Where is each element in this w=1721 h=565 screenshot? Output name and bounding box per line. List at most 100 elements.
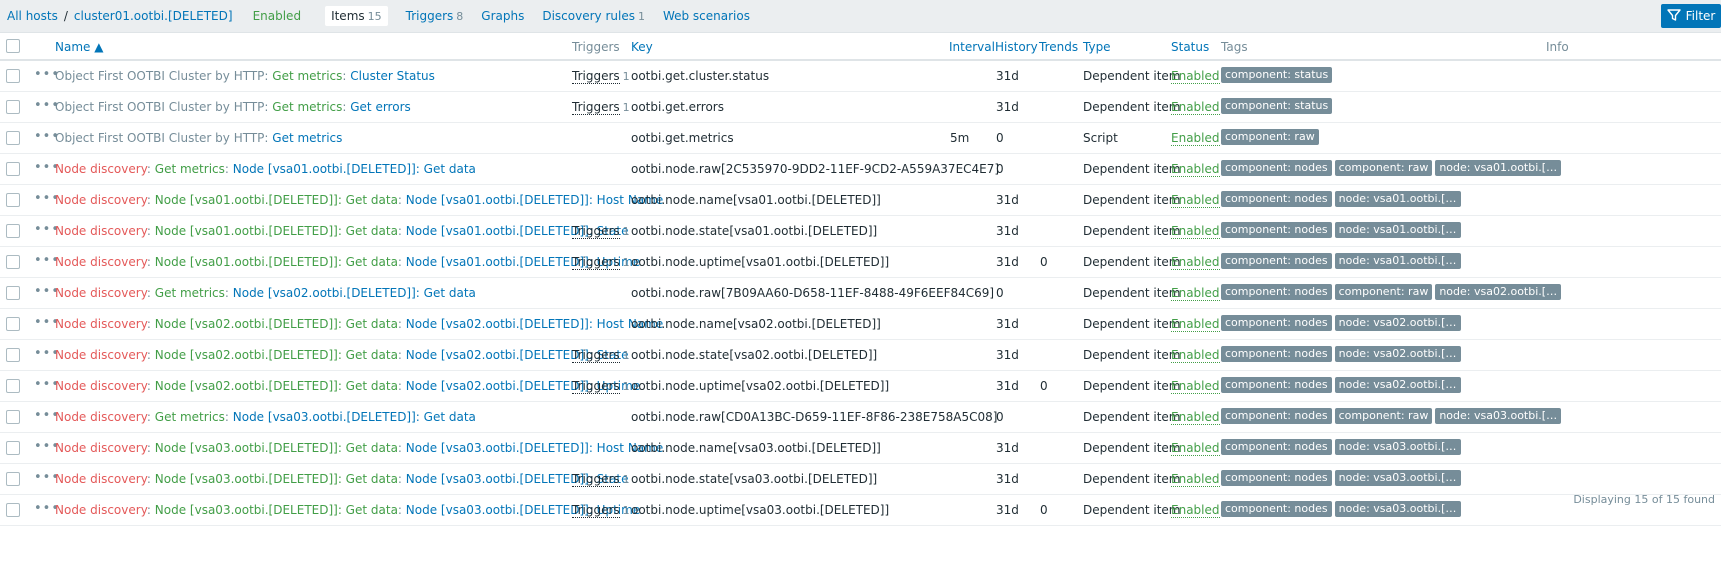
item-name-part[interactable]: Node [vsa03.ootbi.[DELETED]]: Get data xyxy=(155,441,398,455)
item-name-part[interactable]: Node [vsa02.ootbi.[DELETED]]: Get data xyxy=(155,348,398,362)
item-name-part[interactable]: Node discovery xyxy=(55,503,147,517)
item-name-part[interactable]: Node [vsa03.ootbi.[DELETED]]: Get data xyxy=(155,472,398,486)
tag-badge[interactable]: component: raw xyxy=(1334,408,1433,424)
tag-badge[interactable]: node: vsa02.ootbi.[DE... xyxy=(1334,377,1461,393)
row-checkbox[interactable] xyxy=(6,410,20,424)
tag-badge[interactable]: component: nodes xyxy=(1221,284,1332,300)
tag-badge[interactable]: component: nodes xyxy=(1221,408,1332,424)
item-status-toggle[interactable]: Enabled xyxy=(1171,193,1220,208)
item-name-part[interactable]: Node discovery xyxy=(55,286,147,300)
item-name-part[interactable]: Node discovery xyxy=(55,348,147,362)
item-name-part[interactable]: Object First OOTBI Cluster by HTTP xyxy=(55,131,264,145)
tab-items[interactable]: Items 15 xyxy=(325,6,388,26)
item-name-part[interactable]: Node [vsa01.ootbi.[DELETED]]: Host Name xyxy=(406,193,663,207)
item-status-toggle[interactable]: Enabled xyxy=(1171,162,1220,177)
tag-badge[interactable]: component: nodes xyxy=(1221,315,1332,331)
item-status-toggle[interactable]: Enabled xyxy=(1171,286,1220,301)
row-checkbox[interactable] xyxy=(6,131,20,145)
item-status-toggle[interactable]: Enabled xyxy=(1171,255,1220,270)
item-name-part[interactable]: Cluster Status xyxy=(350,69,435,83)
item-name-part[interactable]: Node [vsa02.ootbi.[DELETED]]: Host Name xyxy=(406,317,663,331)
item-status-toggle[interactable]: Enabled xyxy=(1171,224,1220,239)
breadcrumb-all-hosts[interactable]: All hosts xyxy=(7,9,58,23)
tab-triggers[interactable]: Triggers 8 xyxy=(406,9,464,23)
tab-web-scenarios[interactable]: Web scenarios xyxy=(663,9,750,23)
column-history[interactable]: History xyxy=(995,40,1038,54)
item-status-toggle[interactable]: Enabled xyxy=(1171,503,1220,518)
row-checkbox[interactable] xyxy=(6,503,20,517)
column-trends[interactable]: Trends xyxy=(1039,40,1078,54)
item-name-part[interactable]: Get errors xyxy=(350,100,411,114)
tag-badge[interactable]: node: vsa03.ootbi.[DE... xyxy=(1334,470,1461,486)
tag-badge[interactable]: component: nodes xyxy=(1221,160,1332,176)
row-checkbox[interactable] xyxy=(6,193,20,207)
item-triggers-link[interactable]: Triggers 1 xyxy=(572,503,630,518)
item-triggers-link[interactable]: Triggers 1 xyxy=(572,224,630,239)
row-checkbox[interactable] xyxy=(6,69,20,83)
column-interval[interactable]: Interval xyxy=(949,40,995,54)
tag-badge[interactable]: node: vsa02.ootbi.[DE... xyxy=(1435,284,1562,300)
item-name-part[interactable]: Node discovery xyxy=(55,441,147,455)
tab-discovery-rules[interactable]: Discovery rules 1 xyxy=(542,9,645,23)
item-name-part[interactable]: Get metrics xyxy=(155,286,225,300)
item-name-part[interactable]: Node discovery xyxy=(55,379,147,393)
item-name-part[interactable]: Node discovery xyxy=(55,193,147,207)
row-checkbox[interactable] xyxy=(6,100,20,114)
row-checkbox[interactable] xyxy=(6,472,20,486)
item-name-part[interactable]: Node discovery xyxy=(55,472,147,486)
column-type[interactable]: Type xyxy=(1083,40,1111,54)
item-name-part[interactable]: Node [vsa01.ootbi.[DELETED]]: Get data xyxy=(155,224,398,238)
item-status-toggle[interactable]: Enabled xyxy=(1171,410,1220,425)
tag-badge[interactable]: component: raw xyxy=(1334,160,1433,176)
tag-badge[interactable]: component: status xyxy=(1221,98,1333,114)
item-status-toggle[interactable]: Enabled xyxy=(1171,317,1220,332)
item-name-part[interactable]: Node discovery xyxy=(55,255,147,269)
item-status-toggle[interactable]: Enabled xyxy=(1171,379,1220,394)
tag-badge[interactable]: component: nodes xyxy=(1221,191,1332,207)
item-status-toggle[interactable]: Enabled xyxy=(1171,131,1220,146)
item-name-part[interactable]: Get metrics xyxy=(272,131,342,145)
tab-graphs[interactable]: Graphs xyxy=(481,9,524,23)
item-name-part[interactable]: Node [vsa01.ootbi.[DELETED]]: Get data xyxy=(155,255,398,269)
row-checkbox[interactable] xyxy=(6,224,20,238)
tag-badge[interactable]: node: vsa03.ootbi.[DE... xyxy=(1334,439,1461,455)
tag-badge[interactable]: component: nodes xyxy=(1221,346,1332,362)
item-triggers-link[interactable]: Triggers 1 xyxy=(572,69,630,84)
item-triggers-link[interactable]: Triggers 1 xyxy=(572,100,630,115)
select-all-checkbox[interactable] xyxy=(6,39,20,53)
tag-badge[interactable]: node: vsa03.ootbi.[DE... xyxy=(1334,501,1461,517)
item-triggers-link[interactable]: Triggers 1 xyxy=(572,348,630,363)
item-status-toggle[interactable]: Enabled xyxy=(1171,348,1220,363)
filter-button[interactable]: Filter xyxy=(1661,4,1721,28)
column-key[interactable]: Key xyxy=(631,40,653,54)
item-status-toggle[interactable]: Enabled xyxy=(1171,441,1220,456)
item-triggers-link[interactable]: Triggers 1 xyxy=(572,379,630,394)
tag-badge[interactable]: node: vsa01.ootbi.[DE... xyxy=(1334,191,1461,207)
item-name-part[interactable]: Node [vsa02.ootbi.[DELETED]]: Get data xyxy=(155,379,398,393)
row-checkbox[interactable] xyxy=(6,255,20,269)
item-name-part[interactable]: Node [vsa01.ootbi.[DELETED]]: Get data xyxy=(155,193,398,207)
item-name-part[interactable]: Node discovery xyxy=(55,224,147,238)
item-triggers-link[interactable]: Triggers 1 xyxy=(572,472,630,487)
row-checkbox[interactable] xyxy=(6,441,20,455)
item-name-part[interactable]: Node [vsa02.ootbi.[DELETED]]: Get data xyxy=(155,317,398,331)
item-status-toggle[interactable]: Enabled xyxy=(1171,69,1220,84)
breadcrumb-host[interactable]: cluster01.ootbi.[DELETED] xyxy=(74,9,233,23)
item-name-part[interactable]: Get metrics xyxy=(272,69,342,83)
tag-badge[interactable]: component: nodes xyxy=(1221,439,1332,455)
tag-badge[interactable]: node: vsa02.ootbi.[DE... xyxy=(1334,346,1461,362)
column-status[interactable]: Status xyxy=(1171,40,1209,54)
tag-badge[interactable]: component: nodes xyxy=(1221,470,1332,486)
item-name-part[interactable]: Get metrics xyxy=(155,410,225,424)
tag-badge[interactable]: node: vsa01.ootbi.[DE... xyxy=(1334,253,1461,269)
tag-badge[interactable]: component: nodes xyxy=(1221,253,1332,269)
tag-badge[interactable]: node: vsa01.ootbi.[DE... xyxy=(1334,222,1461,238)
item-name-part[interactable]: Get metrics xyxy=(272,100,342,114)
item-name-part[interactable]: Node [vsa03.ootbi.[DELETED]]: Get data xyxy=(233,410,476,424)
tag-badge[interactable]: node: vsa03.ootbi.[DE... xyxy=(1435,408,1562,424)
row-checkbox[interactable] xyxy=(6,317,20,331)
item-name-part[interactable]: Get metrics xyxy=(155,162,225,176)
item-name-part[interactable]: Node [vsa03.ootbi.[DELETED]]: Get data xyxy=(155,503,398,517)
item-name-part[interactable]: Object First OOTBI Cluster by HTTP xyxy=(55,69,264,83)
tag-badge[interactable]: component: nodes xyxy=(1221,501,1332,517)
